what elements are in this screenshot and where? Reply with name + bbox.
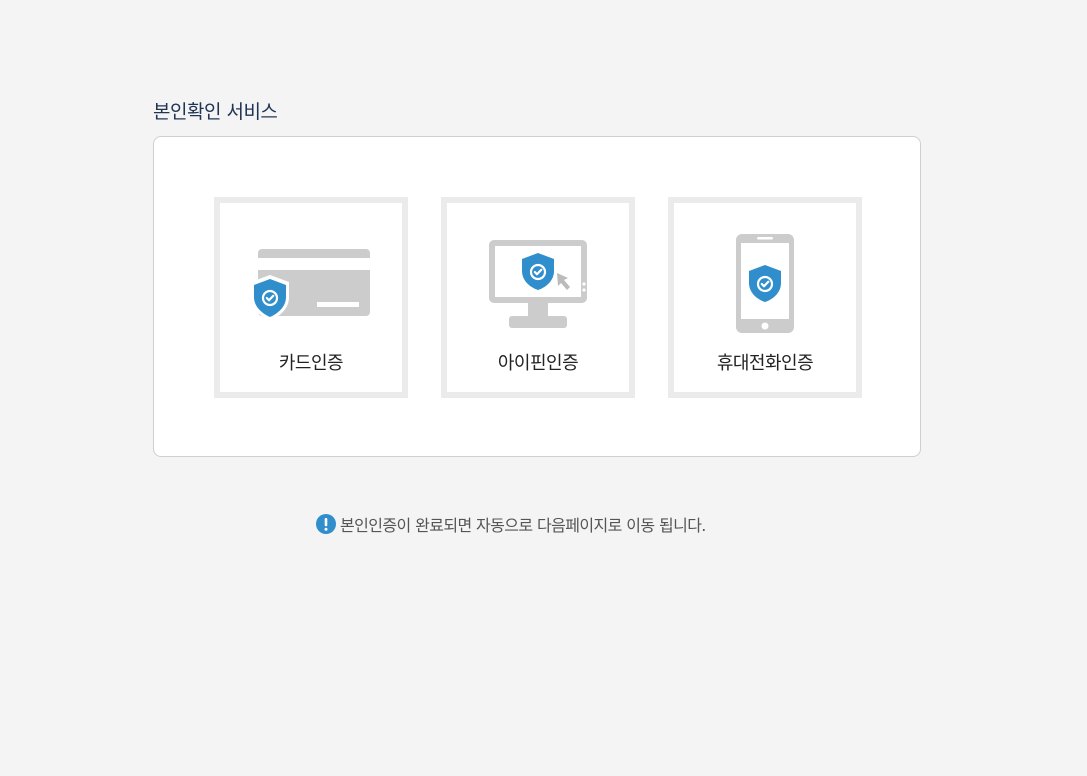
verification-panel: 카드인증 아이핀인증 휴대전화인증: [153, 136, 921, 457]
phone-verification-option[interactable]: 휴대전화인증: [668, 197, 862, 398]
ipin-verification-label: 아이핀인증: [497, 353, 579, 374]
card-verification-label: 카드인증: [278, 353, 344, 374]
mobile-phone-shield-icon: [674, 233, 856, 337]
credit-card-shield-icon: [220, 233, 402, 337]
auto-redirect-notice: 본인인증이 완료되면 자동으로 다음페이지로 이동 됩니다.: [316, 513, 706, 535]
monitor-shield-icon: [447, 233, 629, 337]
ipin-verification-option[interactable]: 아이핀인증: [441, 197, 635, 398]
notice-text: 본인인증이 완료되면 자동으로 다음페이지로 이동 됩니다.: [340, 515, 706, 535]
phone-verification-label: 휴대전화인증: [716, 353, 814, 374]
exclamation-icon: [316, 513, 336, 534]
card-verification-option[interactable]: 카드인증: [214, 197, 408, 398]
page-title: 본인확인 서비스: [153, 101, 278, 123]
